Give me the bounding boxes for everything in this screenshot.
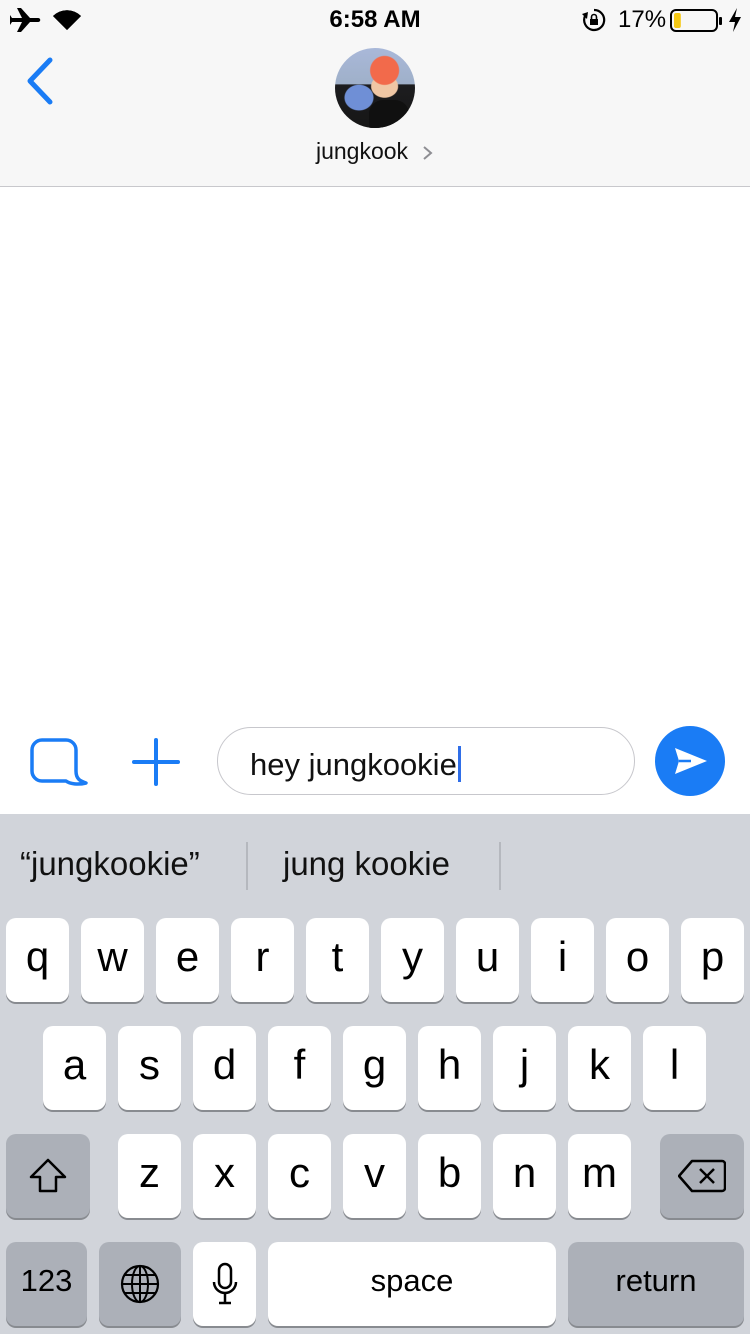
key-f[interactable]: f [268,1026,331,1110]
key-r[interactable]: r [231,918,294,1002]
battery-icon [670,9,722,32]
key-u[interactable]: u [456,918,519,1002]
shift-key[interactable] [6,1134,90,1218]
suggestion-1[interactable]: “jungkookie” [20,834,200,894]
return-key[interactable]: return [568,1242,744,1326]
key-s[interactable]: s [118,1026,181,1110]
key-z[interactable]: z [118,1134,181,1218]
key-l[interactable]: l [643,1026,706,1110]
text-cursor [457,746,461,782]
key-q[interactable]: q [6,918,69,1002]
charging-bolt-icon [729,8,741,32]
key-p[interactable]: p [681,918,744,1002]
camera-bubble-icon[interactable] [30,737,90,789]
suggestion-2[interactable]: jung kookie [283,834,450,894]
key-o[interactable]: o [606,918,669,1002]
message-input[interactable]: hey jungkookie [217,727,635,795]
contact-name-button[interactable]: jungkook [0,138,750,165]
backspace-icon [677,1159,727,1193]
key-n[interactable]: n [493,1134,556,1218]
space-key[interactable]: space [268,1242,556,1326]
key-m[interactable]: m [568,1134,631,1218]
microphone-key[interactable] [193,1242,256,1326]
suggestion-divider [246,842,248,890]
delete-key[interactable] [660,1134,744,1218]
key-b[interactable]: b [418,1134,481,1218]
globe-key[interactable] [99,1242,181,1326]
suggestion-divider [499,842,501,890]
shift-arrow-icon [29,1158,67,1193]
key-k[interactable]: k [568,1026,631,1110]
key-h[interactable]: h [418,1026,481,1110]
key-t[interactable]: t [306,918,369,1002]
contact-avatar[interactable] [335,48,415,128]
globe-icon [120,1264,160,1304]
contact-name: jungkook [315,138,409,164]
key-a[interactable]: a [43,1026,106,1110]
key-v[interactable]: v [343,1134,406,1218]
send-button[interactable] [655,726,725,796]
key-i[interactable]: i [531,918,594,1002]
status-bar: 6:58 AM 17% [0,0,750,40]
rotation-lock-icon [582,8,606,32]
plus-icon[interactable] [132,738,180,786]
key-j[interactable]: j [493,1026,556,1110]
numbers-key[interactable]: 123 [6,1242,87,1326]
send-arrow-icon [675,748,707,774]
key-w[interactable]: w [81,918,144,1002]
chevron-left-icon[interactable] [22,56,58,106]
chevron-right-icon [423,146,433,160]
key-x[interactable]: x [193,1134,256,1218]
key-y[interactable]: y [381,918,444,1002]
microphone-icon [212,1262,237,1305]
key-d[interactable]: d [193,1026,256,1110]
battery-percent: 17% [618,6,667,33]
message-text: hey jungkookie [250,747,457,782]
key-c[interactable]: c [268,1134,331,1218]
key-e[interactable]: e [156,918,219,1002]
key-g[interactable]: g [343,1026,406,1110]
